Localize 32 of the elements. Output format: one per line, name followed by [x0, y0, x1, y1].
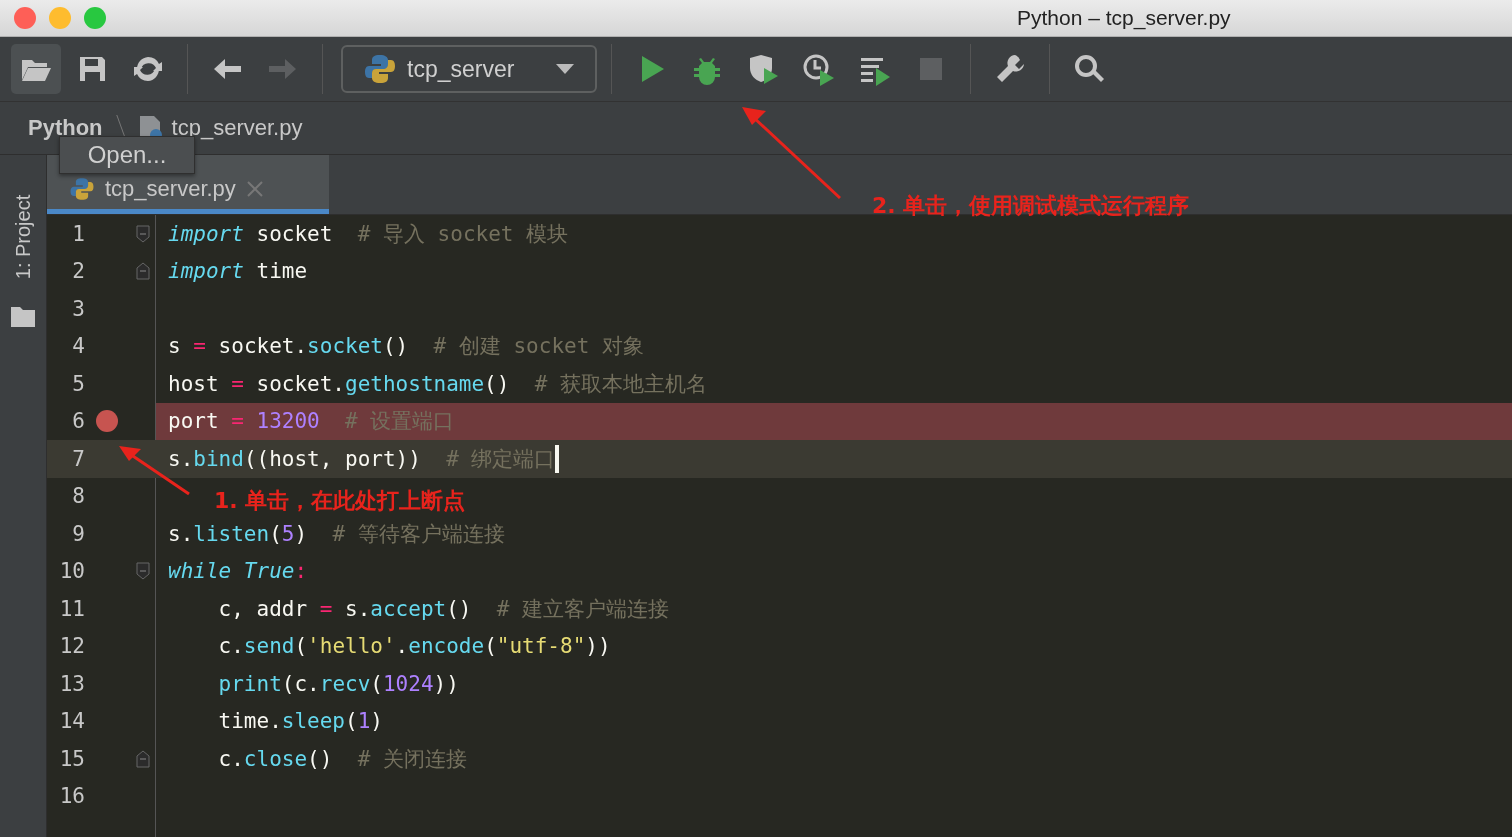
line-number: 9: [71, 521, 85, 546]
line-number: 2: [71, 259, 85, 284]
code-line: host = socket.gethostname() # 获取本地主机名: [168, 370, 707, 398]
code-line: s = socket.socket() # 创建 socket 对象: [168, 333, 644, 361]
line-number: 14: [58, 709, 85, 734]
line-number: 3: [71, 296, 85, 321]
line-number: 8: [71, 484, 85, 509]
line-number: 11: [58, 596, 85, 621]
window-title: Python – tcp_server.py: [1017, 6, 1231, 30]
line-number: 6: [71, 409, 85, 434]
line-number: 12: [58, 634, 85, 659]
code-line: while True:: [168, 559, 308, 584]
code-line: import socket # 导入 socket 模块: [168, 220, 569, 248]
code-line: c.send('hello'.encode("utf-8")): [217, 634, 611, 659]
code-line: print(c.recv(1024)): [217, 671, 459, 696]
annotation-text: 2. 单击，使用调试模式运行程序: [872, 192, 1190, 220]
code-line: s.bind((host, port)) # 绑定端口: [168, 445, 556, 473]
line-number: 4: [71, 334, 85, 359]
line-number: 5: [71, 371, 85, 396]
line-number: 13: [58, 671, 85, 696]
line-number: 16: [58, 784, 85, 809]
code-line: s.listen(5) # 等待客户端连接: [168, 520, 505, 548]
line-number: 7: [71, 446, 85, 471]
annotation-text: 1. 单击，在此处打上断点: [214, 487, 466, 515]
line-number: 10: [58, 559, 85, 584]
line-number: 15: [58, 746, 85, 771]
tooltip: Open...: [59, 136, 195, 174]
line-number: 1: [71, 221, 85, 246]
code-line: c, addr = s.accept() # 建立客户端连接: [217, 595, 670, 623]
code-line: import time: [168, 259, 308, 284]
code-line: c.close() # 关闭连接: [217, 745, 467, 773]
code-line: time.sleep(1): [217, 709, 383, 734]
